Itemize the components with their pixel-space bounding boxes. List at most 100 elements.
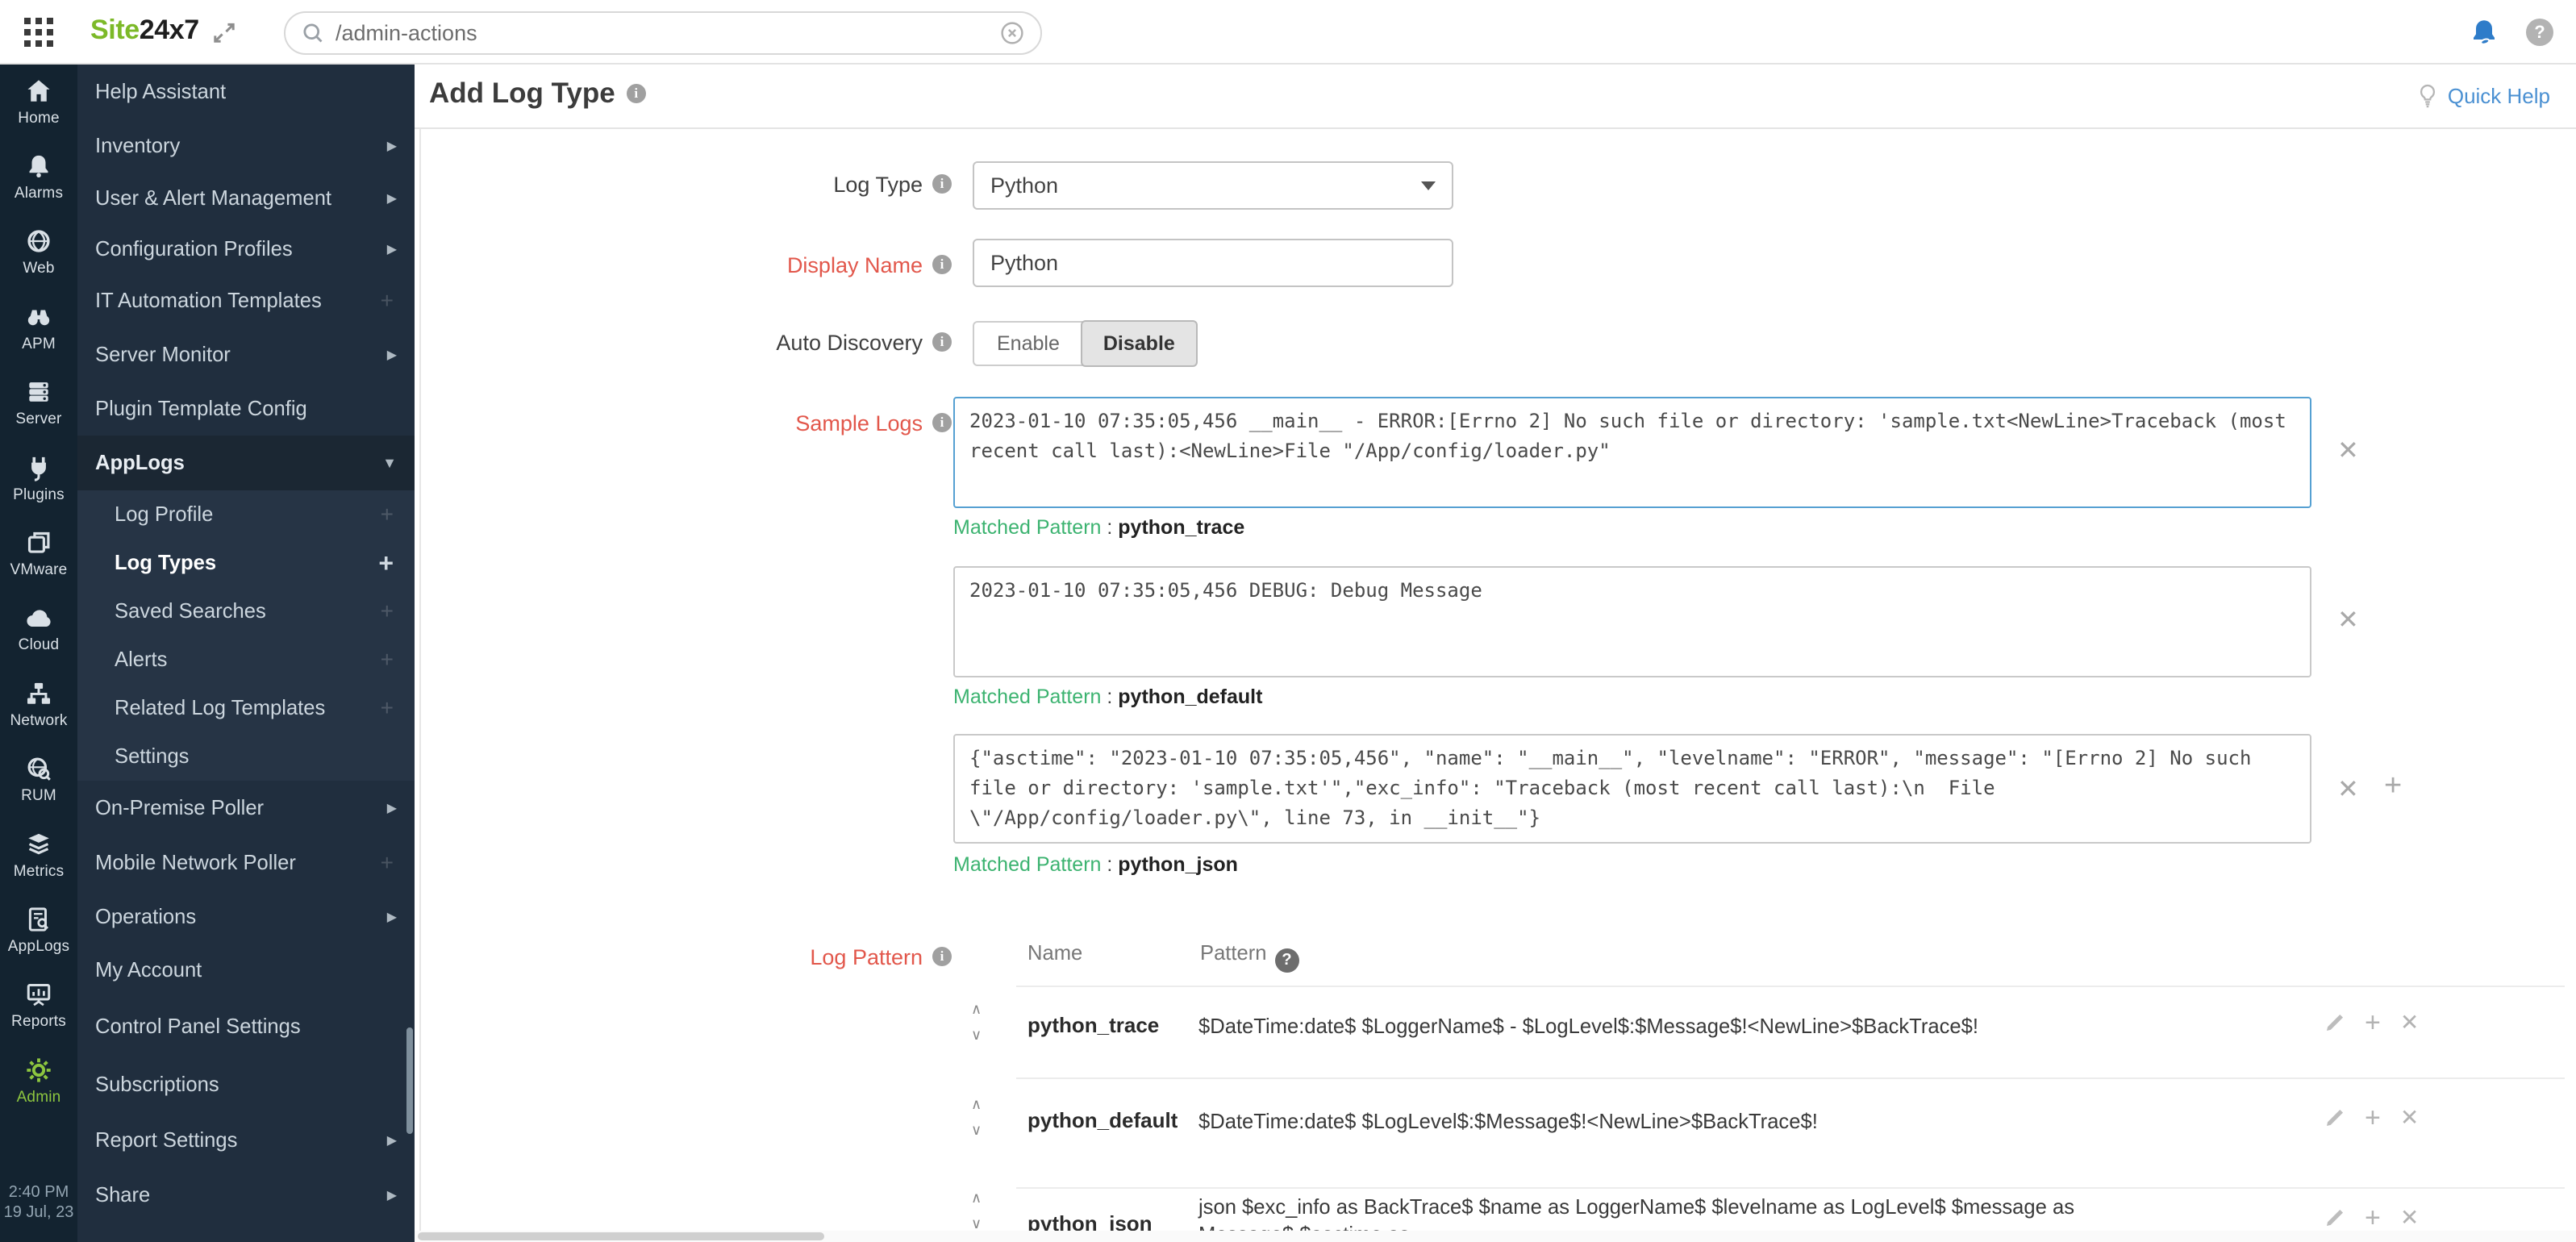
app-grid-icon[interactable] xyxy=(24,18,53,47)
add-pattern-icon[interactable]: + xyxy=(2365,1204,2381,1232)
sidebar-item-on-premise-poller[interactable]: On-Premise Poller ▶ xyxy=(77,781,415,836)
move-down-icon[interactable]: ∨ xyxy=(971,1216,982,1231)
rail-item-cloud[interactable]: Cloud xyxy=(0,592,77,667)
sidebar-item-alerts[interactable]: Alerts + xyxy=(77,636,415,684)
plus-icon[interactable]: + xyxy=(381,695,394,721)
remove-sample-icon[interactable]: ✕ xyxy=(2337,776,2359,802)
reorder-控handle: ∧ ∨ xyxy=(971,1002,982,1042)
sidebar-item-it-automation-templates[interactable]: IT Automation Templates + xyxy=(77,274,415,327)
quick-help-link[interactable]: Quick Help xyxy=(2416,82,2550,110)
sidebar-item-share[interactable]: Share ▶ xyxy=(77,1168,415,1223)
pattern-help-icon[interactable]: ? xyxy=(1274,948,1299,973)
rail-item-web[interactable]: Web xyxy=(0,215,77,290)
info-icon[interactable]: i xyxy=(932,255,952,274)
log-type-label: Log Type xyxy=(833,173,923,197)
delete-pattern-icon[interactable]: ✕ xyxy=(2400,1107,2419,1129)
sidebar-item-saved-searches[interactable]: Saved Searches + xyxy=(77,587,415,636)
plus-icon[interactable]: + xyxy=(381,288,394,314)
move-up-icon[interactable]: ∧ xyxy=(971,1002,982,1016)
search-clear-icon[interactable] xyxy=(1000,21,1024,45)
edit-pencil-icon[interactable] xyxy=(2324,1012,2345,1033)
edit-pencil-icon[interactable] xyxy=(2324,1107,2345,1128)
rail-item-plugins[interactable]: Plugins xyxy=(0,441,77,516)
log-type-select[interactable]: Python xyxy=(973,161,1453,210)
rail-item-admin[interactable]: Admin xyxy=(0,1044,77,1119)
info-icon[interactable]: i xyxy=(626,84,646,103)
rail-item-apm[interactable]: APM xyxy=(0,290,77,365)
add-pattern-icon[interactable]: + xyxy=(2365,1009,2381,1036)
sample-log-textarea-1[interactable]: 2023-01-10 07:35:05,456 __main__ - ERROR… xyxy=(953,397,2311,508)
rail-item-reports[interactable]: Reports xyxy=(0,969,77,1044)
sidebar-item-log-profile[interactable]: Log Profile + xyxy=(77,490,415,539)
sidebar-item-inventory[interactable]: Inventory ▶ xyxy=(77,119,415,173)
sidebar-item-report-settings[interactable]: Report Settings ▶ xyxy=(77,1113,415,1168)
expand-icon[interactable] xyxy=(211,19,237,45)
sidebar-scrollbar[interactable] xyxy=(406,1027,413,1134)
rail-item-applogs[interactable]: AppLogs xyxy=(0,893,77,968)
edit-pencil-icon[interactable] xyxy=(2324,1207,2345,1228)
add-pattern-icon[interactable]: + xyxy=(2365,1104,2381,1132)
sidebar-item-control-panel-settings[interactable]: Control Panel Settings xyxy=(77,997,415,1057)
plus-icon[interactable]: + xyxy=(381,598,394,624)
rail-item-network[interactable]: Network xyxy=(0,667,77,742)
remove-sample-icon[interactable]: ✕ xyxy=(2337,606,2359,632)
info-icon[interactable]: i xyxy=(932,413,952,432)
row-actions: + ✕ xyxy=(2324,1204,2419,1232)
rail-item-server[interactable]: Server xyxy=(0,366,77,441)
move-up-icon[interactable]: ∧ xyxy=(971,1190,982,1205)
sidebar-item-user-alert-management[interactable]: User & Alert Management ▶ xyxy=(77,173,415,224)
auto-discovery-label: Auto Discovery xyxy=(776,331,923,355)
reorder-handle: ∧ ∨ xyxy=(971,1097,982,1137)
plus-icon[interactable]: + xyxy=(381,647,394,673)
enable-button[interactable]: Enable xyxy=(974,323,1082,365)
sidebar-item-configuration-profiles[interactable]: Configuration Profiles ▶ xyxy=(77,224,415,274)
info-icon[interactable]: i xyxy=(932,947,952,966)
plus-icon[interactable]: + xyxy=(378,548,394,578)
sidebar-item-applogs[interactable]: AppLogs ▼ xyxy=(77,436,415,490)
rail-item-alarms[interactable]: Alarms xyxy=(0,140,77,215)
move-down-icon[interactable]: ∨ xyxy=(971,1123,982,1137)
help-icon[interactable]: ? xyxy=(2526,19,2553,46)
rail-item-metrics[interactable]: Metrics xyxy=(0,818,77,893)
horizontal-scrollbar-thumb[interactable] xyxy=(418,1232,824,1240)
table-divider xyxy=(1016,1187,2565,1189)
display-name-input[interactable] xyxy=(973,239,1453,287)
sample-log-textarea-3[interactable]: {"asctime": "2023-01-10 07:35:05,456", "… xyxy=(953,734,2311,844)
vmware-icon xyxy=(27,531,50,553)
info-icon[interactable]: i xyxy=(932,174,952,194)
home-icon xyxy=(27,80,50,102)
rail-item-vmware[interactable]: VMware xyxy=(0,516,77,591)
sidebar-item-mobile-network-poller[interactable]: Mobile Network Poller + xyxy=(77,836,415,890)
sidebar-item-help-assistant[interactable]: Help Assistant xyxy=(77,65,415,119)
disable-button[interactable]: Disable xyxy=(1080,320,1198,367)
sidebar-item-log-types[interactable]: Log Types + xyxy=(77,539,415,587)
sidebar-item-settings[interactable]: Settings xyxy=(77,732,415,781)
sidebar-item-my-account[interactable]: My Account xyxy=(77,944,415,997)
rail-item-home[interactable]: Home xyxy=(0,65,77,140)
info-icon[interactable]: i xyxy=(932,332,952,352)
sidebar-item-plugin-template-config[interactable]: Plugin Template Config xyxy=(77,382,415,436)
move-down-icon[interactable]: ∨ xyxy=(971,1027,982,1042)
sidebar-item-related-log-templates[interactable]: Related Log Templates + xyxy=(77,684,415,732)
search-input[interactable] xyxy=(336,20,1000,46)
move-up-icon[interactable]: ∧ xyxy=(971,1097,982,1111)
sidebar-item-operations[interactable]: Operations ▶ xyxy=(77,890,415,944)
remove-sample-icon[interactable]: ✕ xyxy=(2337,437,2359,463)
add-sample-icon[interactable]: + xyxy=(2384,770,2402,801)
plus-icon[interactable]: + xyxy=(381,850,394,876)
sample-log-textarea-2[interactable]: 2023-01-10 07:35:05,456 DEBUG: Debug Mes… xyxy=(953,566,2311,677)
sidebar-item-server-monitor[interactable]: Server Monitor ▶ xyxy=(77,327,415,382)
rail-item-rum[interactable]: RUM xyxy=(0,743,77,818)
pattern-row-name: python_default xyxy=(1027,1108,1178,1132)
delete-pattern-icon[interactable]: ✕ xyxy=(2400,1011,2419,1034)
sidebar-item-subscriptions[interactable]: Subscriptions xyxy=(77,1057,415,1113)
plus-icon[interactable]: + xyxy=(381,502,394,527)
chevron-right-icon: ▶ xyxy=(386,1134,397,1148)
pattern-row-value: $DateTime:date$ $LoggerName$ - $LogLevel… xyxy=(1198,1015,1978,1038)
delete-pattern-icon[interactable]: ✕ xyxy=(2400,1207,2419,1229)
notification-bell-icon[interactable] xyxy=(2470,18,2499,47)
bulb-icon xyxy=(2420,84,2435,108)
site24x7-logo[interactable]: Site24x7 xyxy=(90,15,199,46)
binoculars-icon xyxy=(27,310,50,326)
chevron-down-icon: ▼ xyxy=(382,454,397,471)
